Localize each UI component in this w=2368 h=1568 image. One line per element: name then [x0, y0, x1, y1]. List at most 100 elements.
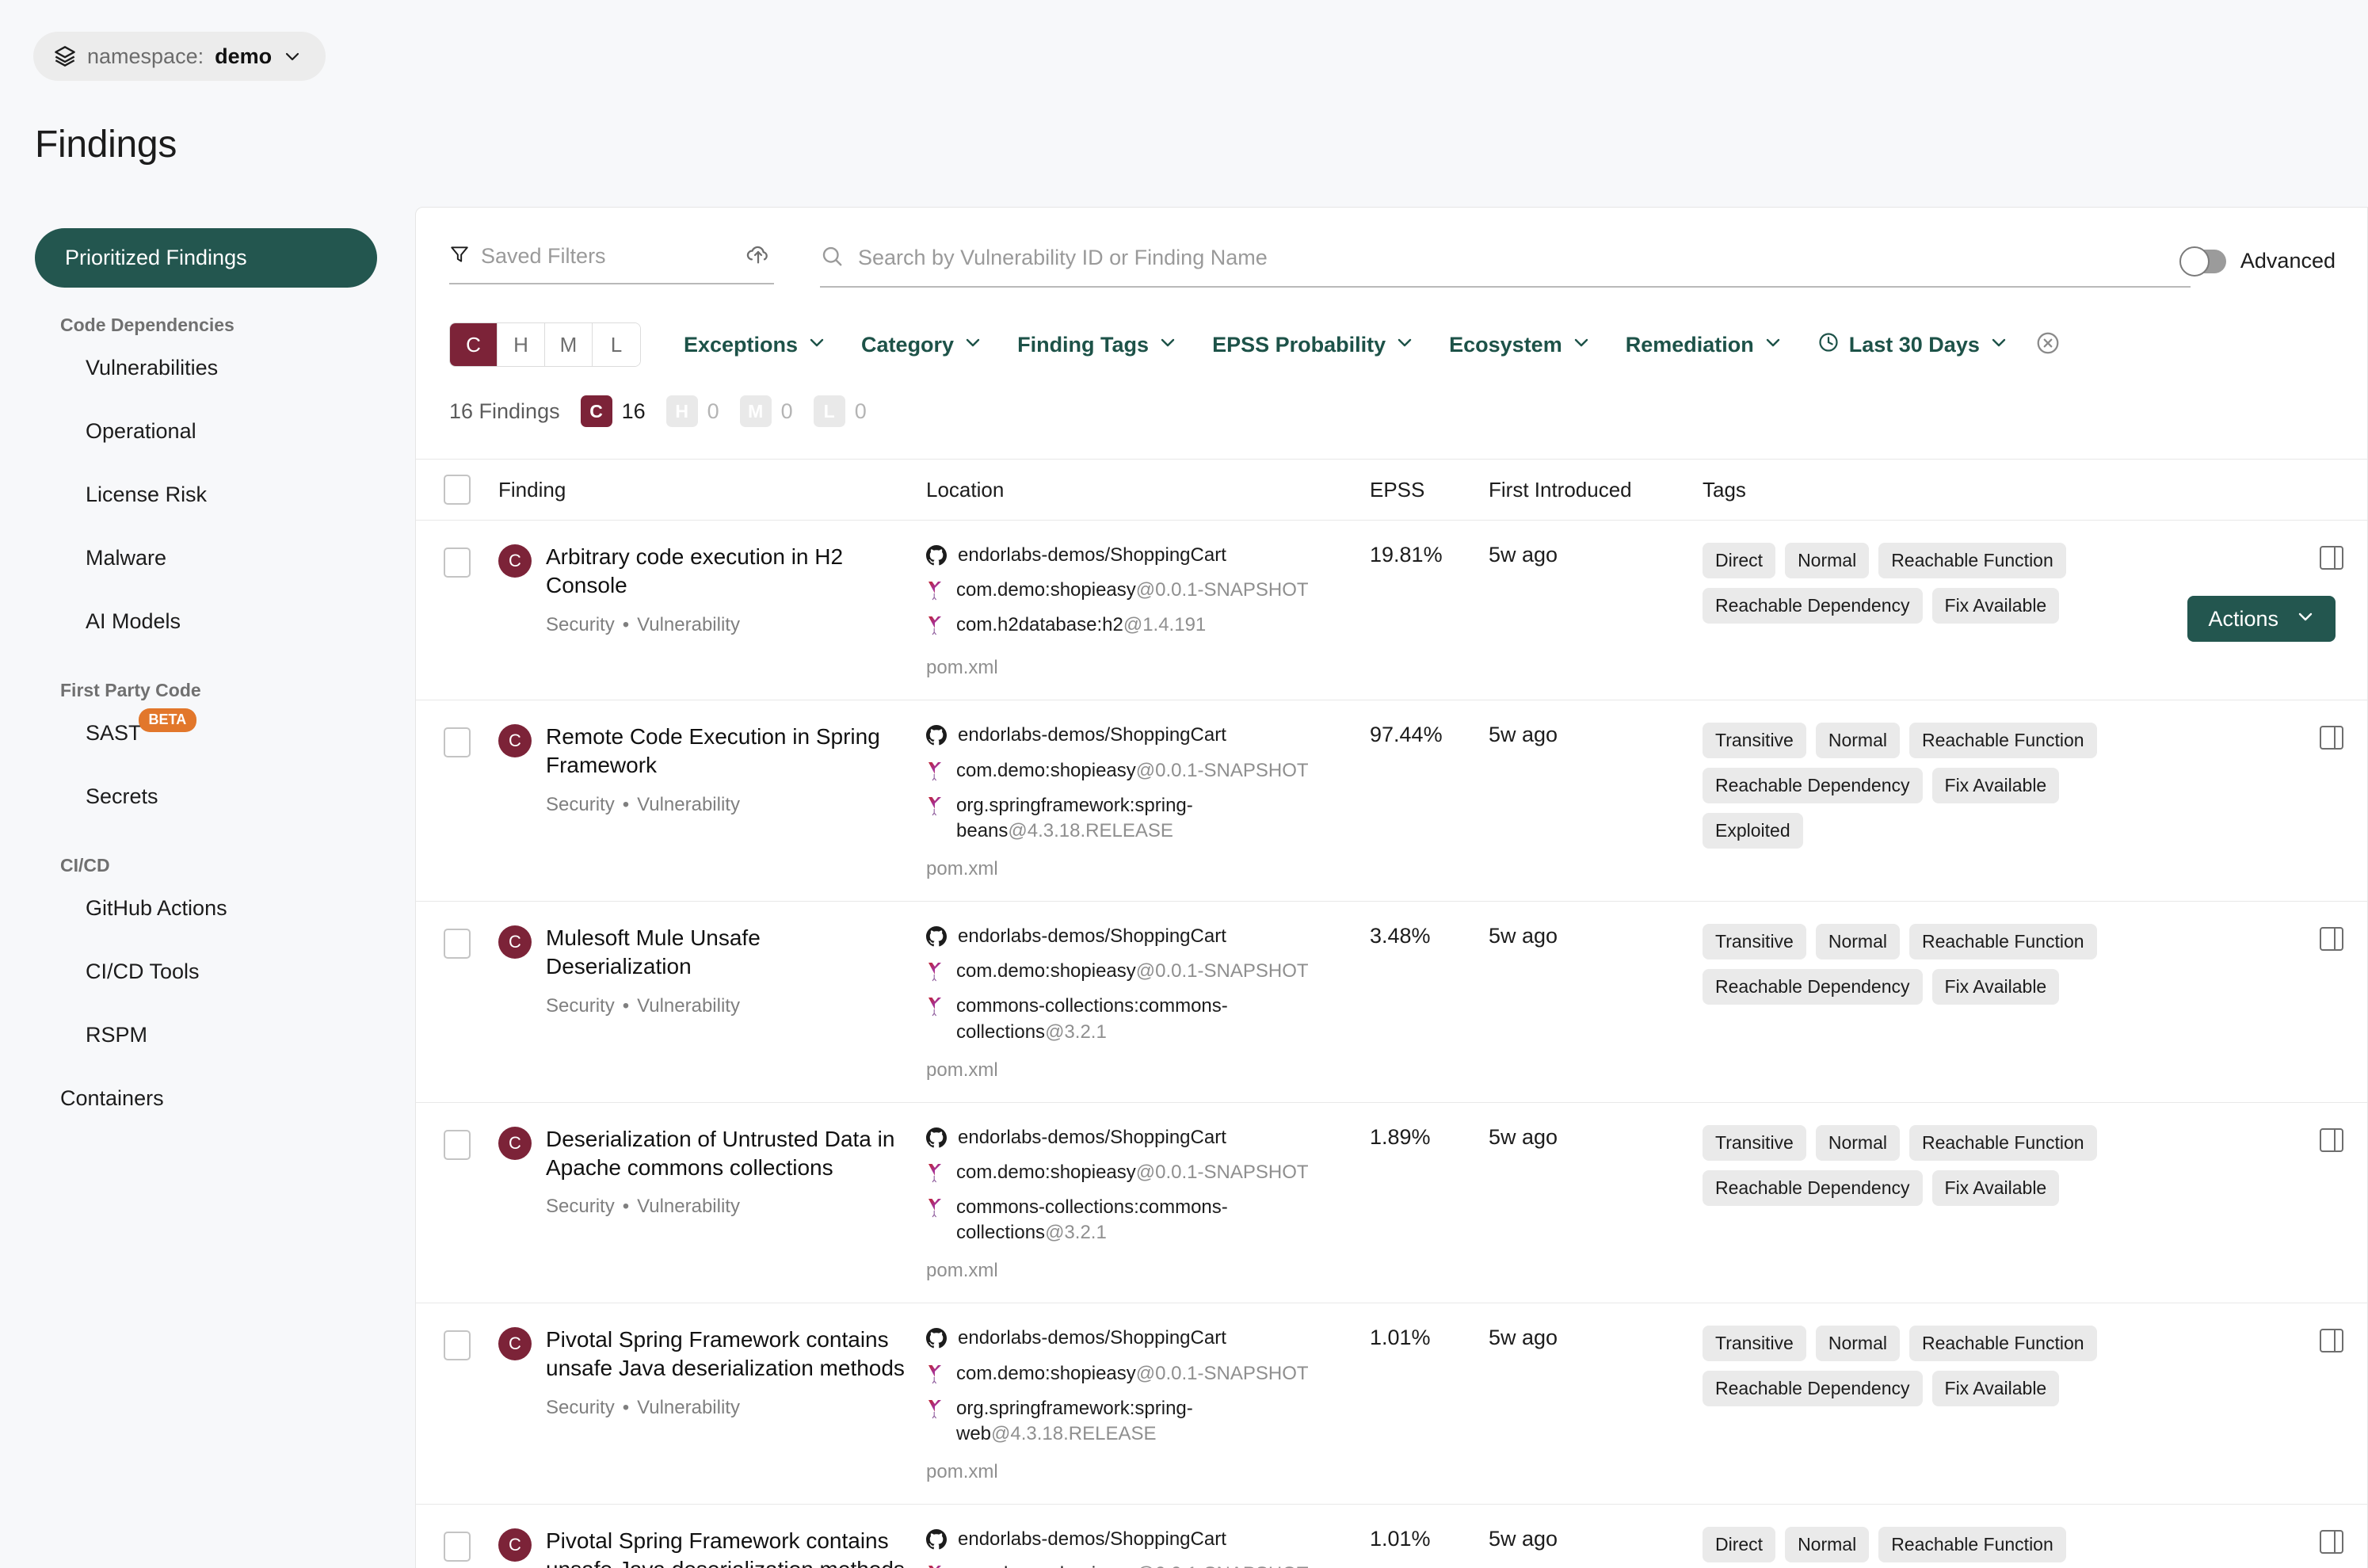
sidebar-item-containers[interactable]: Containers [0, 1066, 412, 1130]
table-row[interactable]: C Arbitrary code execution in H2 Console… [416, 521, 2367, 701]
row-checkbox[interactable] [444, 727, 471, 758]
finding-title[interactable]: Pivotal Spring Framework contains unsafe… [546, 1326, 907, 1383]
sidebar-item-rspm[interactable]: RSPM [0, 1003, 412, 1066]
open-side-panel-button[interactable] [2296, 1527, 2367, 1554]
select-all-cell[interactable] [416, 475, 498, 505]
table-row[interactable]: C Pivotal Spring Framework contains unsa… [416, 1505, 2367, 1568]
finding-tag[interactable]: Normal [1815, 1326, 1900, 1362]
sidebar-item-github-actions[interactable]: GitHub Actions [0, 876, 412, 940]
repository-name[interactable]: endorlabs-demos/ShoppingCart [958, 1326, 1226, 1351]
finding-cell[interactable]: C Remote Code Execution in Spring Framew… [498, 723, 926, 816]
table-row[interactable]: C Pivotal Spring Framework contains unsa… [416, 1303, 2367, 1505]
finding-tag[interactable]: Normal [1785, 543, 1870, 578]
sidebar-item-operational[interactable]: Operational [0, 399, 412, 463]
row-select-cell[interactable] [416, 723, 498, 758]
row-checkbox[interactable] [444, 1330, 471, 1361]
header-first-introduced[interactable]: First Introduced [1489, 478, 1703, 502]
upload-cloud-icon[interactable] [745, 242, 771, 272]
advanced-toggle[interactable] [2179, 246, 2226, 277]
search-control[interactable] [820, 244, 2191, 288]
row-checkbox[interactable] [444, 1531, 471, 1562]
table-row[interactable]: C Remote Code Execution in Spring Framew… [416, 700, 2367, 902]
repository-name[interactable]: endorlabs-demos/ShoppingCart [958, 723, 1226, 748]
search-input[interactable] [858, 246, 2191, 270]
header-location[interactable]: Location [926, 478, 1370, 502]
finding-tag[interactable]: Reachable Function [1878, 1526, 2066, 1562]
finding-tag[interactable]: Transitive [1703, 1326, 1806, 1362]
finding-tag[interactable]: Reachable Dependency [1703, 1169, 1923, 1206]
namespace-selector[interactable]: namespace: demo [33, 32, 326, 81]
row-checkbox[interactable] [444, 1129, 471, 1160]
finding-tag[interactable]: Normal [1815, 723, 1900, 759]
select-all-checkbox[interactable] [444, 475, 471, 505]
actions-button[interactable]: Actions [2187, 596, 2336, 642]
repository-name[interactable]: endorlabs-demos/ShoppingCart [958, 543, 1226, 568]
row-select-cell[interactable] [416, 924, 498, 959]
finding-tag[interactable]: Direct [1703, 543, 1776, 578]
finding-tag[interactable]: Normal [1815, 924, 1900, 960]
table-row[interactable]: C Deserialization of Untrusted Data in A… [416, 1103, 2367, 1304]
clear-filters-icon[interactable] [2035, 330, 2061, 360]
filter-exceptions[interactable]: Exceptions [684, 333, 826, 357]
sidebar-item-cicd-tools[interactable]: CI/CD Tools [0, 940, 412, 1003]
finding-cell[interactable]: C Deserialization of Untrusted Data in A… [498, 1125, 926, 1219]
finding-tag[interactable]: Reachable Dependency [1703, 768, 1923, 804]
finding-tag[interactable]: Reachable Function [1909, 924, 2097, 960]
finding-title[interactable]: Pivotal Spring Framework contains unsafe… [546, 1527, 907, 1568]
open-side-panel-button[interactable] [2296, 723, 2367, 750]
filter-category[interactable]: Category [861, 333, 982, 357]
sidebar-item-sast[interactable]: SAST BETA [0, 701, 412, 765]
finding-title[interactable]: Remote Code Execution in Spring Framewor… [546, 723, 907, 780]
finding-title[interactable]: Deserialization of Untrusted Data in Apa… [546, 1125, 907, 1182]
finding-cell[interactable]: C Pivotal Spring Framework contains unsa… [498, 1527, 926, 1568]
sidebar-item-secrets[interactable]: Secrets [0, 765, 412, 828]
row-checkbox[interactable] [444, 547, 471, 578]
finding-tag[interactable]: Reachable Dependency [1703, 969, 1923, 1005]
severity-filter-h[interactable]: H [498, 323, 545, 366]
severity-filter-l[interactable]: L [593, 323, 640, 366]
finding-tag[interactable]: Reachable Function [1909, 1326, 2097, 1362]
finding-tag[interactable]: Reachable Dependency [1703, 588, 1923, 624]
finding-tag[interactable]: Fix Available [1931, 969, 2060, 1005]
header-epss[interactable]: EPSS [1370, 478, 1489, 502]
sidebar-item-malware[interactable]: Malware [0, 526, 412, 589]
severity-filter-m[interactable]: M [545, 323, 593, 366]
finding-cell[interactable]: C Arbitrary code execution in H2 Console… [498, 543, 926, 636]
row-checkbox[interactable] [444, 929, 471, 959]
open-side-panel-button[interactable] [2296, 1125, 2367, 1152]
saved-filters-control[interactable]: Saved Filters [449, 244, 774, 284]
header-tags[interactable]: Tags [1703, 478, 2296, 502]
sidebar-item-ai-models[interactable]: AI Models [0, 589, 412, 653]
finding-title[interactable]: Mulesoft Mule Unsafe Deserialization [546, 924, 907, 981]
severity-filter-c[interactable]: C [450, 323, 498, 366]
filter-epss-probability[interactable]: EPSS Probability [1212, 333, 1414, 357]
filter-remediation[interactable]: Remediation [1626, 333, 1783, 357]
severity-filter-group[interactable]: C H M L [449, 322, 641, 367]
repository-name[interactable]: endorlabs-demos/ShoppingCart [958, 924, 1226, 949]
finding-tag[interactable]: Fix Available [1931, 1371, 2060, 1407]
sidebar-item-prioritized-findings[interactable]: Prioritized Findings [35, 228, 377, 288]
finding-cell[interactable]: C Pivotal Spring Framework contains unsa… [498, 1326, 926, 1419]
header-finding[interactable]: Finding [498, 478, 926, 502]
finding-tag[interactable]: Transitive [1703, 924, 1806, 960]
finding-tag[interactable]: Transitive [1703, 723, 1806, 759]
finding-tag[interactable]: Fix Available [1931, 768, 2060, 804]
row-select-cell[interactable] [416, 543, 498, 578]
sidebar-item-license-risk[interactable]: License Risk [0, 463, 412, 526]
open-side-panel-button[interactable] [2296, 1326, 2367, 1353]
advanced-toggle-group[interactable]: Advanced [2179, 246, 2336, 277]
filter-finding-tags[interactable]: Finding Tags [1017, 333, 1177, 357]
finding-tag[interactable]: Reachable Function [1909, 723, 2097, 759]
row-select-cell[interactable] [416, 1527, 498, 1562]
filter-date-range[interactable]: Last 30 Days [1817, 331, 2008, 359]
finding-tag[interactable]: Transitive [1703, 1124, 1806, 1161]
table-row[interactable]: C Mulesoft Mule Unsafe Deserialization S… [416, 902, 2367, 1103]
finding-tag[interactable]: Reachable Function [1878, 543, 2066, 578]
repository-name[interactable]: endorlabs-demos/ShoppingCart [958, 1125, 1226, 1150]
finding-tag[interactable]: Normal [1785, 1526, 1870, 1562]
finding-title[interactable]: Arbitrary code execution in H2 Console [546, 543, 907, 600]
open-side-panel-button[interactable] [2296, 543, 2367, 570]
finding-tag[interactable]: Normal [1815, 1124, 1900, 1161]
finding-tag[interactable]: Fix Available [1931, 1169, 2060, 1206]
filter-ecosystem[interactable]: Ecosystem [1449, 333, 1591, 357]
